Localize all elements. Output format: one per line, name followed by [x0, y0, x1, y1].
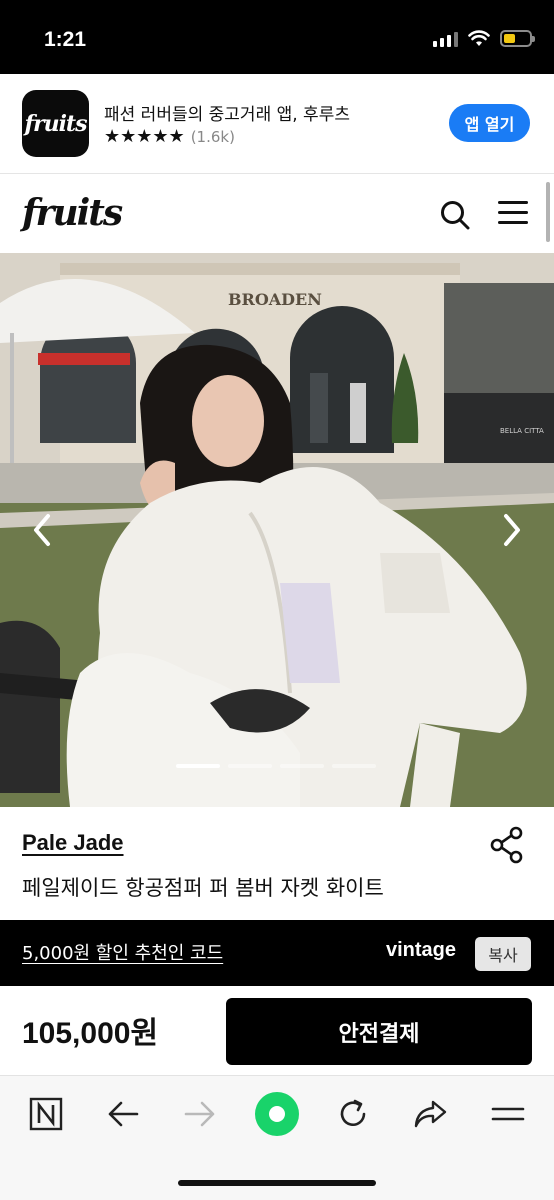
- photo-sign: BROADEN: [228, 290, 322, 309]
- slider-dot-3[interactable]: [280, 764, 324, 768]
- hamburger-icon[interactable]: [488, 1096, 528, 1132]
- app-install-banner: fruits 패션 러버들의 중고거래 앱, 후루츠 ★★★★★ (1.6k) …: [0, 74, 554, 174]
- product-price: 105,000원: [22, 1017, 159, 1050]
- battery-fill: [504, 34, 515, 43]
- app-banner-title: 패션 러버들의 중고거래 앱, 후루츠: [104, 105, 350, 125]
- green-dot-icon[interactable]: [253, 1090, 301, 1138]
- slider-dot-2[interactable]: [228, 764, 272, 768]
- battery-icon: [500, 30, 535, 47]
- app-icon-logo: fruits: [24, 110, 88, 137]
- status-bar: 1:21: [0, 0, 554, 74]
- product-title: 페일제이드 항공점퍼 퍼 봄버 자켓 화이트: [22, 876, 384, 900]
- status-time: 1:21: [44, 28, 87, 51]
- rating-count: (1.6k): [190, 127, 235, 146]
- search-icon[interactable]: [440, 200, 470, 230]
- status-icons: [433, 30, 535, 47]
- product-photo-illustration: BROADEN BELLA CITTA: [0, 253, 554, 807]
- slider-dot-4[interactable]: [332, 764, 376, 768]
- coupon-link[interactable]: 5,000원 할인 추천인 코드: [22, 939, 223, 965]
- share-icon[interactable]: [490, 826, 524, 864]
- open-app-button[interactable]: 앱 열기: [449, 104, 530, 142]
- site-header: fruits: [0, 174, 554, 253]
- brand-link[interactable]: Pale Jade: [22, 830, 124, 856]
- photo-sign-small: BELLA CITTA: [500, 427, 544, 435]
- share-arrow-icon[interactable]: [410, 1096, 450, 1132]
- product-photo[interactable]: BROADEN BELLA CITTA: [0, 253, 554, 807]
- refresh-icon[interactable]: [333, 1096, 373, 1132]
- referral-code: vintage: [386, 939, 457, 961]
- chevron-right-icon[interactable]: [498, 512, 526, 548]
- naver-n-icon[interactable]: [26, 1096, 66, 1132]
- scrollbar: [546, 182, 550, 242]
- signal-icon: [433, 31, 458, 47]
- menu-icon[interactable]: [498, 201, 528, 227]
- referral-coupon-bar: 5,000원 할인 추천인 코드 vintage 복사: [0, 920, 554, 986]
- app-rating: ★★★★★ (1.6k): [104, 126, 235, 147]
- chevron-left-icon[interactable]: [28, 512, 56, 548]
- star-rating-icon: ★★★★★: [104, 126, 185, 147]
- copy-code-button[interactable]: 복사: [475, 937, 531, 971]
- forward-arrow-icon[interactable]: [180, 1096, 220, 1132]
- wifi-icon: [468, 30, 490, 46]
- secure-pay-button[interactable]: 안전결제: [226, 998, 532, 1065]
- fruits-app-icon[interactable]: fruits: [22, 90, 89, 157]
- home-indicator[interactable]: [178, 1180, 376, 1186]
- slider-dot-1[interactable]: [176, 764, 220, 768]
- slider-indicator[interactable]: [176, 764, 376, 768]
- back-arrow-icon[interactable]: [103, 1096, 143, 1132]
- site-logo[interactable]: fruits: [22, 192, 123, 234]
